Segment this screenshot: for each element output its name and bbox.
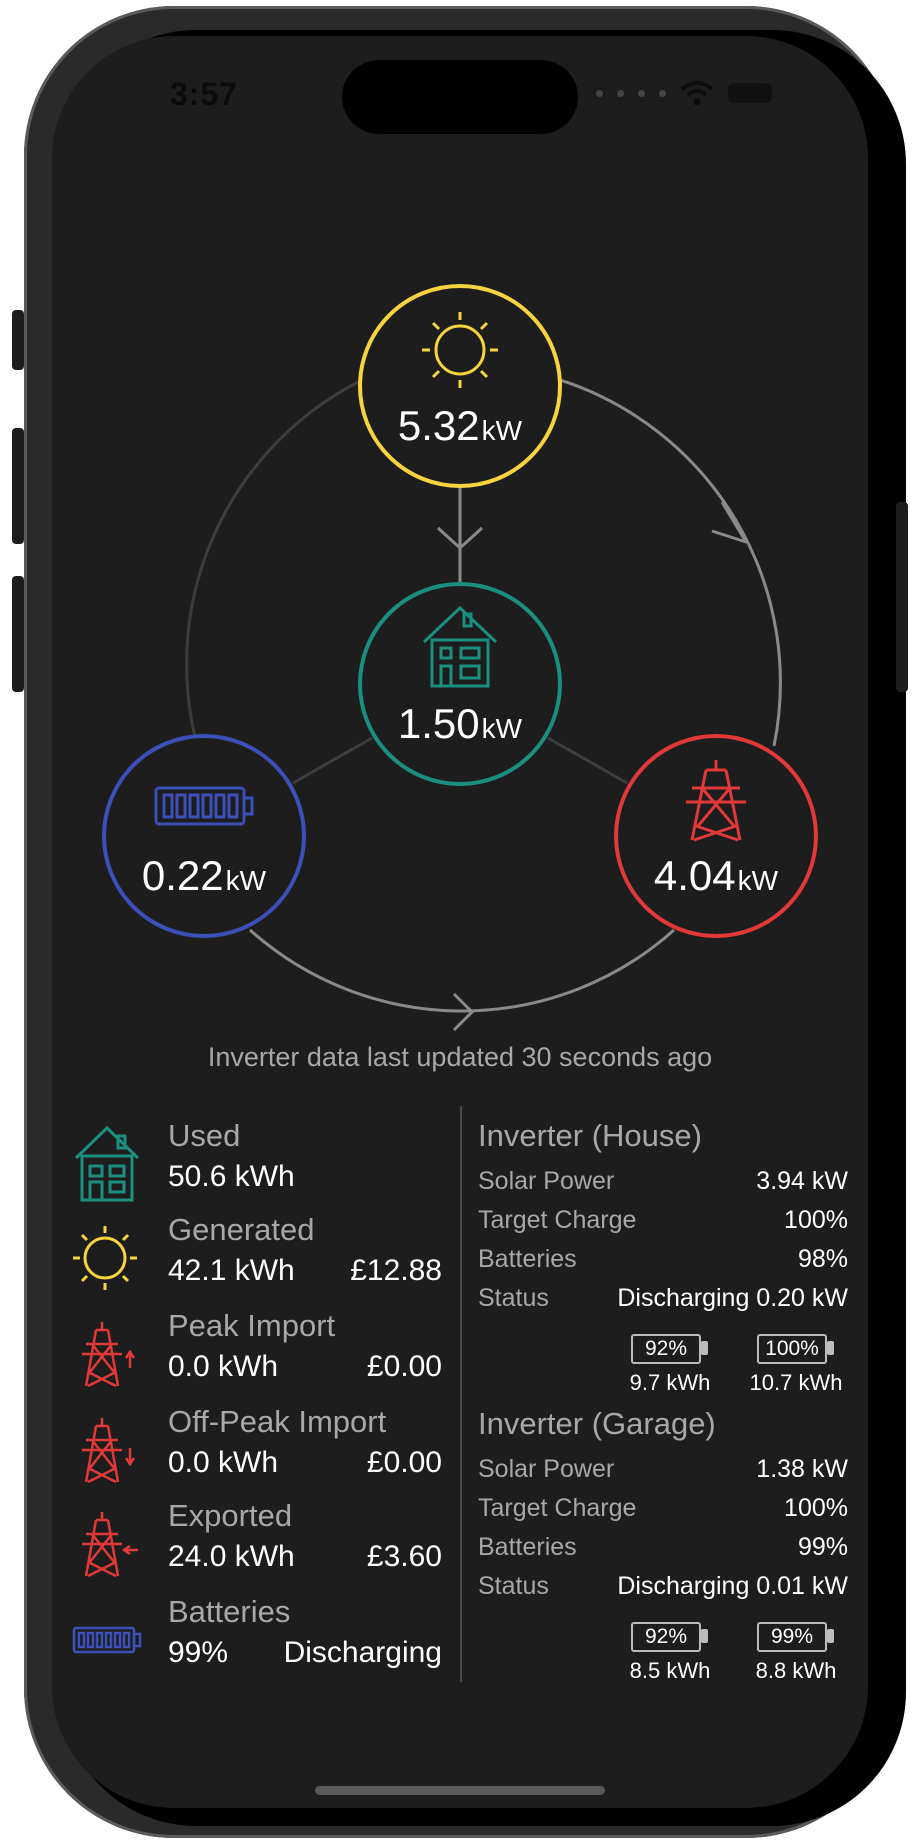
stat-batteries-label: Batteries	[168, 1594, 291, 1629]
volume-up-button	[12, 428, 24, 544]
battery-level-icon: 92%	[631, 1334, 709, 1364]
battery-cell: 92% 9.7 kWh	[622, 1334, 718, 1396]
stat-offpeak-import-extra: £0.00	[366, 1446, 442, 1479]
battery-cell: 99% 8.8 kWh	[748, 1622, 844, 1684]
battery-cell: 100% 10.7 kWh	[748, 1334, 844, 1396]
stat-batteries: Batteries 99% Discharging	[72, 1594, 442, 1684]
stat-exported-value: 24.0 kWh	[168, 1540, 295, 1573]
stat-generated-extra: £12.88	[350, 1254, 442, 1287]
battery-node	[102, 734, 306, 938]
stat-peak-import-extra: £0.00	[366, 1350, 442, 1383]
volume-down-button	[12, 576, 24, 692]
grid-value: 4.04kW	[653, 852, 779, 899]
battery-icon	[72, 1626, 142, 1654]
battery-level-icon: 100%	[757, 1334, 835, 1364]
home-indicator[interactable]	[315, 1786, 605, 1795]
inverter-garage-row: Batteries 99%	[478, 1533, 848, 1561]
battery-cell: 92% 8.5 kWh	[622, 1622, 718, 1684]
app-screen: 3:57 5.32kW 1.50kW 0.22kW 4.04kW Inverte…	[52, 36, 868, 1808]
stat-peak-import: Peak Import 0.0 kWh £0.00	[72, 1308, 442, 1398]
pylon-export-icon	[82, 1512, 138, 1578]
house-icon	[74, 1125, 140, 1202]
stat-generated-label: Generated	[168, 1212, 315, 1247]
stat-generated-value: 42.1 kWh	[168, 1254, 295, 1287]
inverter-garage-title: Inverter (Garage)	[478, 1406, 716, 1441]
power-button	[896, 502, 908, 692]
inverter-house-panel: Inverter (House) Solar Power 3.94 kW Targ…	[478, 1118, 848, 1396]
stat-offpeak-import-value: 0.0 kWh	[168, 1446, 279, 1479]
column-divider	[460, 1106, 462, 1682]
action-button	[12, 310, 24, 370]
stat-offpeak-import-label: Off-Peak Import	[168, 1404, 387, 1439]
inverter-house-row: Batteries 98%	[478, 1245, 848, 1273]
stat-used: Used 50.6 kWh	[72, 1118, 442, 1208]
inverter-garage-row: Target Charge 100%	[478, 1494, 848, 1522]
inverter-house-row: Solar Power 3.94 kW	[478, 1167, 848, 1195]
stat-exported: Exported 24.0 kWh £3.60	[72, 1498, 442, 1588]
inverter-garage-batteries: 92% 8.5 kWh 99% 8.8 kWh	[478, 1622, 848, 1684]
pylon-import-icon	[82, 1322, 136, 1388]
house-node	[358, 582, 562, 786]
stat-used-value: 50.6 kWh	[168, 1160, 295, 1193]
inverter-garage-panel: Inverter (Garage) Solar Power 1.38 kW Tar…	[478, 1406, 848, 1684]
stat-peak-import-value: 0.0 kWh	[168, 1350, 279, 1383]
updated-status-text: Inverter data last updated 30 seconds ag…	[207, 1042, 713, 1072]
pylon-import-icon	[82, 1418, 136, 1484]
stat-batteries-extra: Discharging	[283, 1636, 442, 1669]
inverter-house-title: Inverter (House)	[478, 1118, 702, 1153]
stat-used-label: Used	[168, 1118, 241, 1153]
stat-offpeak-import: Off-Peak Import 0.0 kWh £0.00	[72, 1404, 442, 1494]
inverter-house-row: Target Charge 100%	[478, 1206, 848, 1234]
battery-value: 0.22kW	[141, 852, 267, 899]
stat-exported-extra: £3.60	[366, 1540, 442, 1573]
stat-batteries-value: 99%	[168, 1636, 229, 1669]
inverter-garage-row: Solar Power 1.38 kW	[478, 1455, 848, 1483]
battery-level-icon: 99%	[757, 1622, 835, 1652]
inverter-house-batteries: 92% 9.7 kWh 100% 10.7 kWh	[478, 1334, 848, 1396]
inverter-garage-row: Status Discharging 0.01 kW	[478, 1572, 848, 1600]
inverter-house-row: Status Discharging 0.20 kW	[478, 1284, 848, 1312]
house-value: 1.50kW	[397, 700, 523, 747]
solar-value: 5.32kW	[397, 402, 523, 449]
stat-exported-label: Exported	[168, 1498, 293, 1533]
battery-level-icon: 92%	[631, 1622, 709, 1652]
sun-icon	[73, 1226, 137, 1290]
flow-ring-battery-grid	[249, 928, 675, 1013]
stat-peak-import-label: Peak Import	[168, 1308, 336, 1343]
stat-generated: Generated 42.1 kWh £12.88	[72, 1212, 442, 1302]
flow-ring-solar-grid	[556, 377, 782, 747]
